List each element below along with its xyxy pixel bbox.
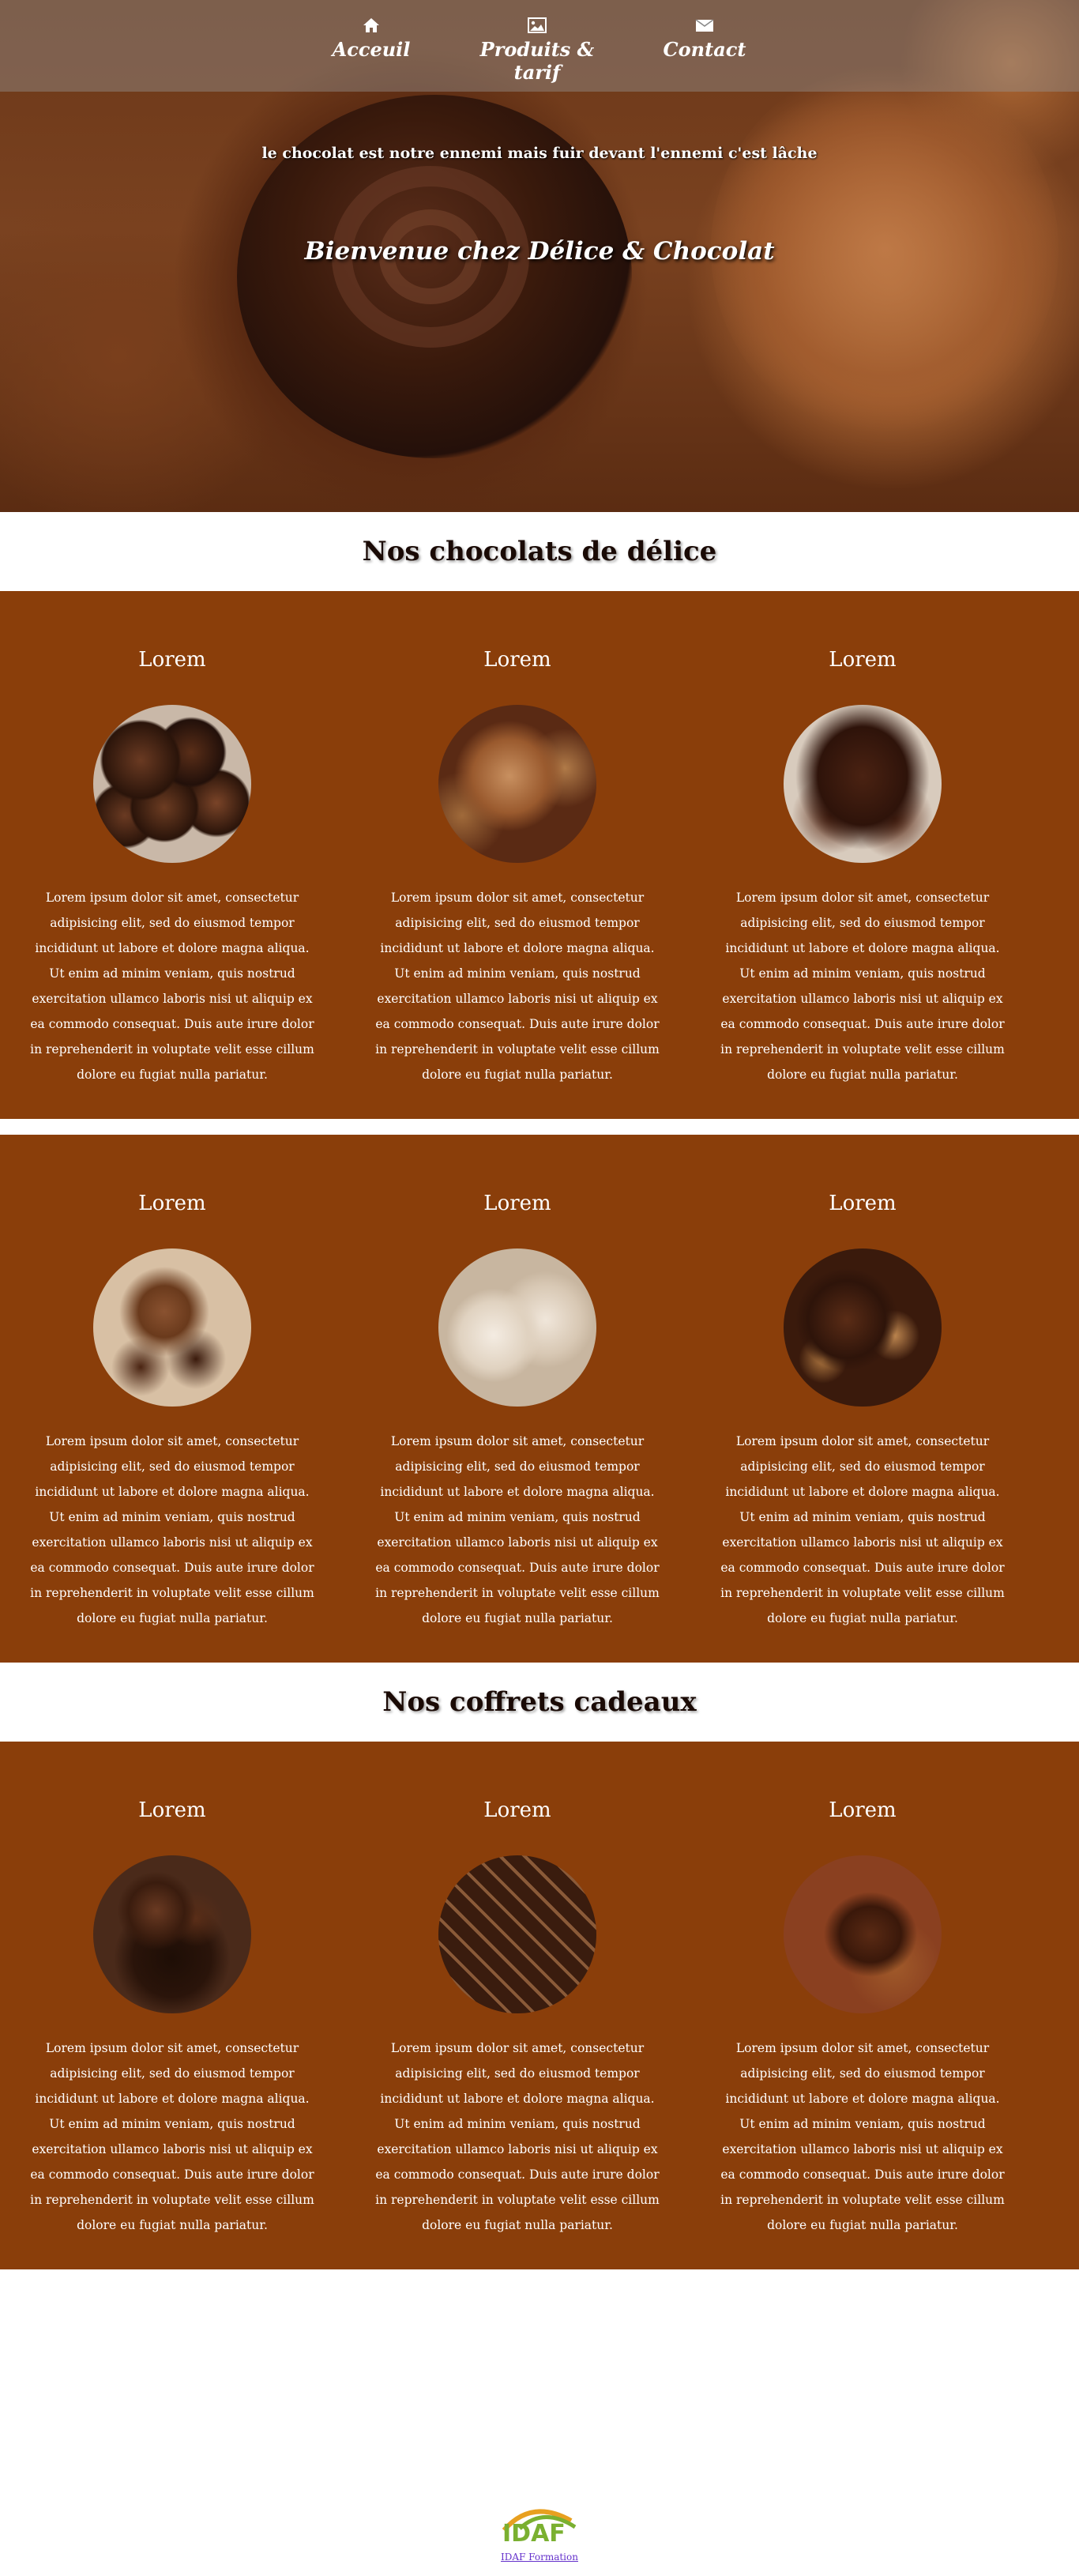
nav-label: Produits & tarif [479,38,595,84]
chocolates-band-1: Lorem Lorem ipsum dolor sit amet, consec… [0,591,1079,1119]
product-card: Lorem Lorem ipsum dolor sit amet, consec… [30,1190,314,1631]
card-text: Lorem ipsum dolor sit amet, consectetur … [375,2041,660,2232]
product-card: Lorem Lorem ipsum dolor sit amet, consec… [375,1797,660,2238]
nut-chocolates-image [93,1248,251,1407]
home-icon [363,18,379,32]
card-text: Lorem ipsum dolor sit amet, consectetur … [30,891,314,1082]
cocoa-spoon-image [784,1855,942,2013]
product-card: Lorem Lorem ipsum dolor sit amet, consec… [720,1190,1005,1631]
nav-item-contact[interactable]: Contact [633,17,776,61]
nav-label: Contact [663,38,746,61]
card-title: Lorem [138,1192,206,1215]
chocolate-shells-image [784,705,942,863]
card-text: Lorem ipsum dolor sit amet, consectetur … [720,2041,1005,2232]
hero-tagline: le chocolat est notre ennemi mais fuir d… [261,145,818,162]
card-title: Lorem [829,648,897,672]
card-title: Lorem [829,1192,897,1215]
card-title: Lorem [483,648,551,672]
almond-chocolates-image [784,1248,942,1407]
section-title-gifts: Nos coffrets cadeaux [382,1686,697,1718]
coconut-balls-image [438,1248,596,1407]
product-card: Lorem Lorem ipsum dolor sit amet, consec… [30,1797,314,2238]
product-card: Lorem Lorem ipsum dolor sit amet, consec… [30,646,314,1087]
gifts-band: Lorem Lorem ipsum dolor sit amet, consec… [0,1742,1079,2269]
envelope-icon [695,19,714,32]
card-title: Lorem [138,648,206,672]
product-card: Lorem Lorem ipsum dolor sit amet, consec… [375,1190,660,1631]
chocolates-band-2: Lorem Lorem ipsum dolor sit amet, consec… [0,1135,1079,1663]
gift-box-truffles-image [93,1855,251,2013]
hazelnut-pralines-image [438,705,596,863]
hero-banner: Acceuil Produits & tarif Contact le choc… [0,0,1079,512]
hero-welcome-title: Bienvenue chez Délice & Chocolat [304,237,775,266]
idaf-logo-graphic: IDAF [502,2509,577,2548]
card-title: Lorem [483,1192,551,1215]
svg-text:IDAF: IDAF [502,2520,566,2544]
assorted-truffles-image [93,705,251,863]
nav-label: Acceuil [332,38,411,61]
idaf-logo: IDAF [496,2497,583,2548]
nav-item-produits[interactable]: Produits & tarif [466,17,608,84]
card-text: Lorem ipsum dolor sit amet, consectetur … [720,1434,1005,1625]
footer-link-idaf[interactable]: IDAF Formation [0,2552,1079,2563]
card-title: Lorem [483,1798,551,1822]
nav-item-acceuil[interactable]: Acceuil [300,17,442,61]
section-title-chocolates: Nos chocolats de délice [362,536,717,567]
gift-box-assortment-image [438,1855,596,2013]
product-card: Lorem Lorem ipsum dolor sit amet, consec… [375,646,660,1087]
card-text: Lorem ipsum dolor sit amet, consectetur … [30,1434,314,1625]
product-card: Lorem Lorem ipsum dolor sit amet, consec… [720,1797,1005,2238]
product-card: Lorem Lorem ipsum dolor sit amet, consec… [720,646,1005,1087]
card-title: Lorem [138,1798,206,1822]
card-text: Lorem ipsum dolor sit amet, consectetur … [30,2041,314,2232]
card-text: Lorem ipsum dolor sit amet, consectetur … [375,891,660,1082]
image-icon [528,17,547,33]
main-navbar: Acceuil Produits & tarif Contact [0,0,1079,92]
card-title: Lorem [829,1798,897,1822]
card-text: Lorem ipsum dolor sit amet, consectetur … [720,891,1005,1082]
card-text: Lorem ipsum dolor sit amet, consectetur … [375,1434,660,1625]
